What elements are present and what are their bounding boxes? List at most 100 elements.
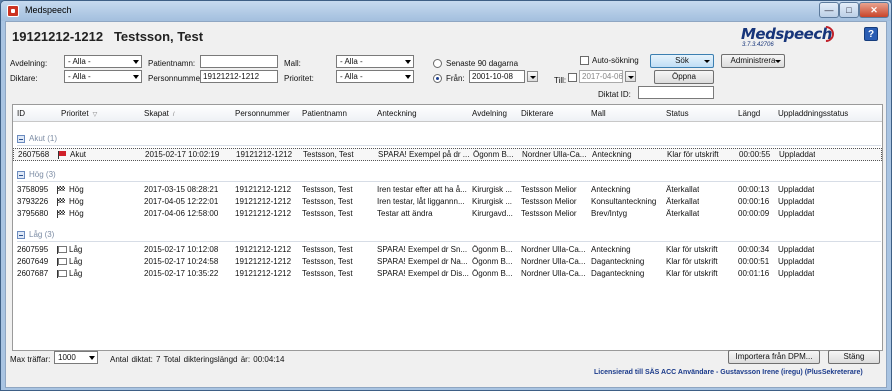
collapse-icon[interactable]	[17, 134, 25, 143]
cell-personnummer: 19121212-1212	[235, 197, 292, 206]
cell-status: Återkallat	[666, 197, 700, 206]
autosokning-checkbox[interactable]	[580, 56, 589, 65]
cell-avdelning: Kirurgisk ...	[472, 197, 513, 206]
group-header[interactable]: Akut (1)	[17, 134, 57, 143]
diktare-select[interactable]: - Alla -	[64, 70, 142, 83]
cell-langd: 00:00:16	[738, 197, 770, 206]
administrera-button[interactable]: Administrera	[721, 54, 785, 68]
prioritet-text: Låg	[69, 269, 83, 278]
column-header-avdelning[interactable]: Avdelning	[472, 109, 507, 118]
patient-header: 19121212-1212 Testsson, Test	[12, 29, 203, 44]
version-label: 3.7.3.42706	[742, 42, 774, 48]
cell-status: Klar för utskrift	[667, 150, 719, 159]
help-button[interactable]: ?	[864, 27, 878, 41]
window-title: Medspeech	[25, 5, 72, 15]
cell-anteckning: SPARA! Exempel dr Na...	[377, 257, 468, 266]
prioritet-select[interactable]: - Alla -	[336, 70, 414, 83]
cell-id: 3795680	[17, 209, 49, 218]
maximize-button[interactable]: □	[839, 2, 859, 18]
column-header-personnummer[interactable]: Personnummer	[235, 109, 290, 118]
cell-dikterare: Nordner Ulla-Ca...	[521, 269, 586, 278]
collapse-icon[interactable]	[17, 170, 25, 179]
cell-patientnamn: Testsson, Test	[303, 150, 354, 159]
group-header[interactable]: Låg (3)	[17, 230, 54, 239]
column-header-uppladdningsstatus[interactable]: Uppladdningsstatus	[778, 109, 848, 118]
cell-mall: Daganteckning	[591, 269, 645, 278]
cell-langd: 00:00:55	[739, 150, 771, 159]
column-header-mall[interactable]: Mall	[591, 109, 606, 118]
cell-langd: 00:00:51	[738, 257, 770, 266]
fran-date-input[interactable]: 2001-10-08	[469, 70, 525, 83]
collapse-icon[interactable]	[17, 230, 25, 239]
prioritet-label: Prioritet:	[284, 74, 314, 83]
cell-status: Klar för utskrift	[666, 257, 718, 266]
avdelning-select[interactable]: - Alla -	[64, 55, 142, 68]
column-header-dikterare[interactable]: Dikterare	[521, 109, 553, 118]
cell-personnummer: 19121212-1212	[235, 245, 292, 254]
senaste-radio[interactable]	[433, 59, 442, 68]
fran-radio[interactable]	[433, 74, 442, 83]
title-bar[interactable]: Medspeech — □ ✕	[1, 1, 891, 21]
personnummer-input[interactable]: 19121212-1212	[200, 70, 278, 83]
importera-button[interactable]: Importera från DPM...	[728, 350, 820, 364]
cell-patientnamn: Testsson, Test	[302, 197, 353, 206]
patientnamn-input[interactable]	[200, 55, 278, 68]
cell-anteckning: SPARA! Exempel dr Dis...	[377, 269, 469, 278]
prioritet-text: Akut	[70, 150, 87, 159]
avdelning-value: - Alla -	[68, 57, 91, 66]
max-traffar-select[interactable]: 1000	[54, 351, 98, 364]
group-divider	[17, 145, 881, 146]
close-window-button[interactable]: ✕	[859, 2, 889, 18]
group-header[interactable]: Hög (3)	[17, 170, 56, 179]
red-flag-icon	[58, 150, 67, 159]
fran-calendar-icon[interactable]	[527, 71, 538, 82]
cell-langd: 00:00:09	[738, 209, 770, 218]
cell-mall: Daganteckning	[591, 257, 645, 266]
column-header-prioritet[interactable]: Prioritet ▽	[61, 109, 97, 118]
summary-text: Antal diktat: 7 Total dikteringslängd är…	[110, 355, 285, 364]
column-header-status[interactable]: Status	[666, 109, 689, 118]
white-flag-icon	[57, 269, 67, 278]
cell-dikterare: Testsson Melior	[521, 197, 577, 206]
table-row[interactable]: 2607568 Akut 2015-02-17 10:02:19 19121212-1…	[13, 148, 882, 161]
till-date-input[interactable]: 2017-04-06	[579, 70, 623, 83]
cell-prioritet: Låg	[57, 245, 82, 254]
table-row[interactable]: 3795680 Hög 2017-04-06 12:58:00 19121212-12…	[13, 208, 882, 221]
cell-avdelning: Ögonm B...	[473, 150, 514, 159]
stang-button[interactable]: Stäng	[828, 350, 880, 364]
minimize-button[interactable]: —	[819, 2, 839, 18]
cell-langd: 00:00:13	[738, 185, 770, 194]
oppna-button[interactable]: Öppna	[654, 70, 714, 84]
till-checkbox[interactable]	[568, 73, 577, 82]
column-header-skapat[interactable]: Skapat /	[144, 109, 175, 118]
sok-button[interactable]: Sök	[650, 54, 714, 68]
prioritet-text: Hög	[69, 197, 84, 206]
column-header-langd[interactable]: Längd	[738, 109, 760, 118]
cell-skapat: 2015-02-17 10:12:08	[144, 245, 219, 254]
cell-status: Klar för utskrift	[666, 245, 718, 254]
group-label: Akut (1)	[29, 134, 58, 143]
cell-anteckning: SPARA! Exempel på dr ...	[378, 150, 470, 159]
group-label: Låg (3)	[29, 230, 55, 239]
till-calendar-icon[interactable]	[625, 71, 636, 82]
cell-id: 2607687	[17, 269, 49, 278]
diktat-id-input[interactable]	[638, 86, 714, 99]
cell-personnummer: 19121212-1212	[235, 269, 292, 278]
group-divider	[17, 241, 881, 242]
column-header-id[interactable]: ID	[17, 109, 25, 118]
cell-prioritet: Låg	[57, 269, 82, 278]
cell-anteckning: Testar att ändra	[377, 209, 433, 218]
checkered-flag-icon	[57, 209, 66, 218]
group-label: Hög (3)	[29, 170, 56, 179]
cell-skapat: 2015-02-17 10:24:58	[144, 257, 219, 266]
cell-patientnamn: Testsson, Test	[302, 269, 353, 278]
cell-status: Återkallat	[666, 209, 700, 218]
table-row[interactable]: 2607687 Låg 2015-02-17 10:35:22 19121212-12…	[13, 268, 882, 281]
cell-mall: Anteckning	[591, 245, 631, 254]
diktat-id-label: Diktat ID:	[598, 90, 631, 99]
column-header-patientnamn[interactable]: Patientnamn	[302, 109, 347, 118]
column-header-anteckning[interactable]: Anteckning	[377, 109, 417, 118]
mall-select[interactable]: - Alla -	[336, 55, 414, 68]
cell-id: 2607649	[17, 257, 49, 266]
cell-anteckning: Iren testar efter att ha å...	[377, 185, 467, 194]
